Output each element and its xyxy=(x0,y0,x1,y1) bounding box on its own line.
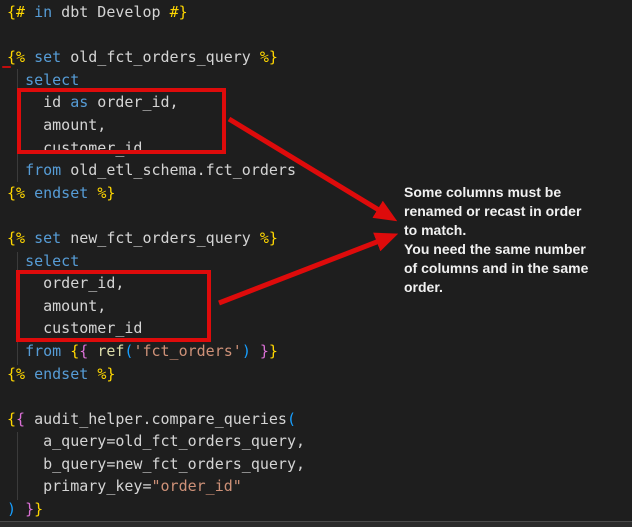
code-line[interactable]: primary_key="order_id" xyxy=(7,475,632,498)
code-token: endset xyxy=(34,184,88,202)
code-token: dbt Develop xyxy=(52,3,169,21)
code-line[interactable]: from {{ ref('fct_orders') }} xyxy=(7,340,632,363)
note-line: of columns and in the same xyxy=(404,259,626,278)
horizontal-scrollbar[interactable] xyxy=(0,521,632,527)
code-token xyxy=(16,500,25,518)
code-token: { xyxy=(16,410,25,428)
note-line: order. xyxy=(404,278,626,297)
code-token: %} xyxy=(97,365,115,383)
note-line: renamed or recast in order xyxy=(404,202,626,221)
code-line[interactable]: b_query=new_fct_orders_query, xyxy=(7,453,632,476)
code-token: endset xyxy=(34,365,88,383)
code-token: 'fct_orders' xyxy=(133,342,241,360)
note-line: Some columns must be xyxy=(404,183,626,202)
code-token xyxy=(61,342,70,360)
code-token: %} xyxy=(260,229,278,247)
code-line[interactable]: {% endset %} xyxy=(7,363,632,386)
code-token xyxy=(25,48,34,66)
code-token: in xyxy=(34,3,52,21)
code-token: { xyxy=(79,342,88,360)
code-token xyxy=(251,342,260,360)
code-token xyxy=(25,365,34,383)
code-token: } xyxy=(25,500,34,518)
error-squiggle xyxy=(2,66,11,68)
code-token: {% xyxy=(7,48,25,66)
code-token: set xyxy=(34,48,61,66)
note-line: to match. xyxy=(404,221,626,240)
code-token: { xyxy=(70,342,79,360)
code-token: {% xyxy=(7,184,25,202)
code-line[interactable] xyxy=(7,385,632,408)
code-token: old_fct_orders_query xyxy=(61,48,260,66)
code-token: old_etl_schema.fct_orders xyxy=(61,161,296,179)
code-token: } xyxy=(34,500,43,518)
code-line[interactable] xyxy=(7,24,632,47)
code-token: #} xyxy=(170,3,188,21)
code-token: audit_helper.compare_queries xyxy=(25,410,287,428)
code-token: ) xyxy=(7,500,16,518)
code-token: new_fct_orders_query xyxy=(61,229,260,247)
code-token: from xyxy=(25,161,61,179)
code-token xyxy=(88,342,97,360)
annotation-note: Some columns must be renamed or recast i… xyxy=(404,183,626,297)
code-token: from xyxy=(25,342,61,360)
code-token: {% xyxy=(7,229,25,247)
code-token: {# xyxy=(7,3,25,21)
code-token: %} xyxy=(260,48,278,66)
code-token: ref xyxy=(97,342,124,360)
note-line: You need the same number xyxy=(404,240,626,259)
highlight-box-old-columns xyxy=(17,88,226,154)
code-token: set xyxy=(34,229,61,247)
code-line[interactable]: {# in dbt Develop #} xyxy=(7,1,632,24)
code-line[interactable]: {% set old_fct_orders_query %} xyxy=(7,46,632,69)
indent-guide xyxy=(17,432,18,500)
code-token: } xyxy=(260,342,269,360)
code-token: ) xyxy=(242,342,251,360)
code-line[interactable]: a_query=old_fct_orders_query, xyxy=(7,430,632,453)
code-token: select xyxy=(25,71,79,89)
code-token: primary_key= xyxy=(7,477,152,495)
code-token: { xyxy=(7,410,16,428)
code-token xyxy=(88,184,97,202)
code-token: } xyxy=(269,342,278,360)
code-line[interactable]: {{ audit_helper.compare_queries( xyxy=(7,408,632,431)
code-token xyxy=(25,3,34,21)
code-token: %} xyxy=(97,184,115,202)
code-token xyxy=(88,365,97,383)
code-token xyxy=(25,229,34,247)
code-token: "order_id" xyxy=(152,477,242,495)
highlight-box-new-columns xyxy=(16,270,211,342)
code-token: a_query=old_fct_orders_query, xyxy=(7,432,305,450)
code-line[interactable]: from old_etl_schema.fct_orders xyxy=(7,159,632,182)
code-line[interactable]: ) }} xyxy=(7,498,632,521)
code-token xyxy=(25,184,34,202)
code-token: b_query=new_fct_orders_query, xyxy=(7,455,305,473)
code-token: ( xyxy=(287,410,296,428)
code-token: select xyxy=(25,252,79,270)
code-token: {% xyxy=(7,365,25,383)
